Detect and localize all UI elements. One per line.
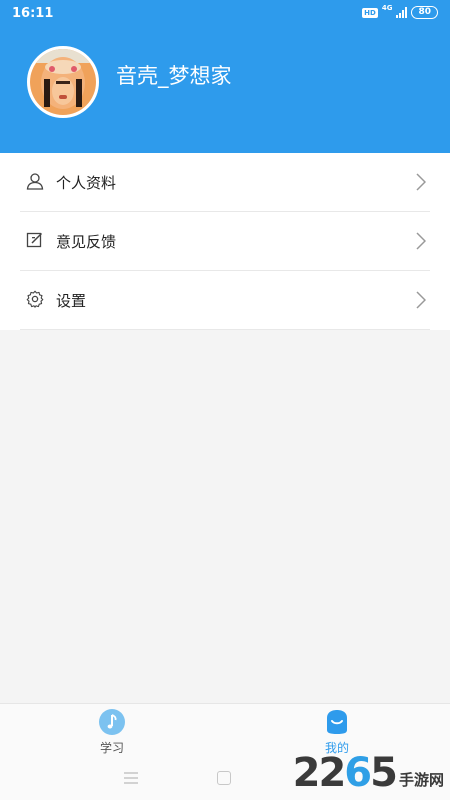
music-note-icon — [99, 709, 125, 735]
menu-icon[interactable] — [124, 772, 138, 784]
profile-username: 音壳_梦想家 — [116, 64, 232, 88]
hd-badge: HD — [362, 7, 378, 18]
tab-study[interactable]: 学习 — [77, 708, 147, 756]
network-label: 4G — [381, 3, 393, 12]
chevron-right-icon — [416, 232, 426, 250]
chevron-right-icon — [416, 173, 426, 191]
watermark-number: 2265 — [292, 750, 398, 796]
menu-item-label: 设置 — [56, 292, 87, 310]
signal-icon — [396, 7, 408, 18]
profile-menu: 个人资料 意见反馈 设置 — [0, 153, 450, 330]
gear-icon — [26, 290, 44, 308]
menu-item-label: 意见反馈 — [56, 233, 117, 251]
user-icon — [26, 173, 44, 190]
battery-icon: 80 — [411, 6, 438, 19]
status-time: 16:11 — [12, 6, 54, 21]
menu-item-settings[interactable]: 设置 — [20, 271, 430, 330]
chevron-right-icon — [416, 291, 426, 309]
home-icon[interactable] — [217, 771, 231, 785]
watermark-logo: 2265 手游网 — [293, 749, 444, 795]
profile-face-icon — [327, 710, 347, 734]
menu-item-label: 个人资料 — [56, 174, 117, 192]
tab-label: 学习 — [99, 741, 124, 755]
menu-item-feedback[interactable]: 意见反馈 — [20, 212, 430, 271]
menu-item-profile[interactable]: 个人资料 — [20, 153, 430, 212]
profile-header: 16:11 HD 4G 80 音壳_梦想家 — [0, 0, 450, 153]
watermark-text: 手游网 — [398, 771, 444, 789]
avatar[interactable] — [27, 46, 99, 118]
feedback-edit-icon — [26, 232, 43, 248]
status-bar: 16:11 HD 4G 80 — [0, 0, 450, 28]
status-indicators: HD 4G 80 — [362, 3, 438, 19]
